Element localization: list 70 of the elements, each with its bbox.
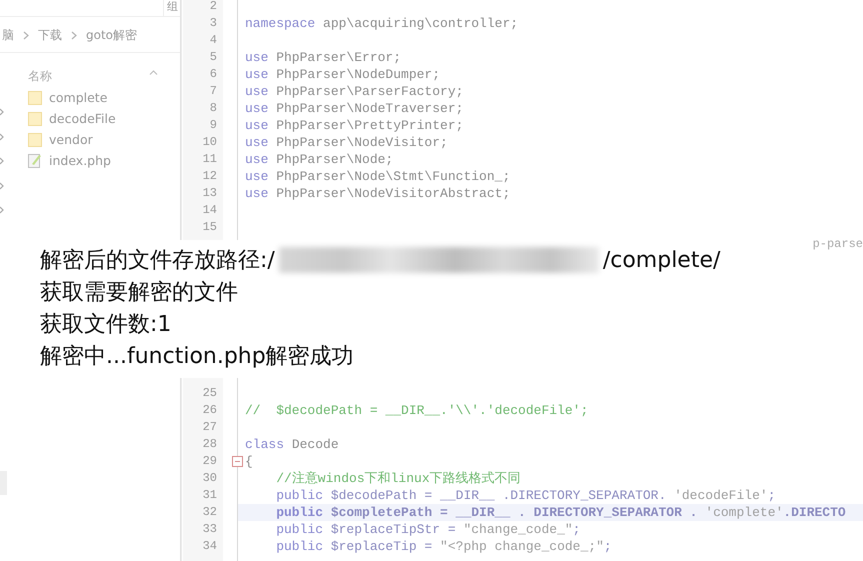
file-item[interactable]: index.php: [28, 150, 115, 171]
console-text: /complete/: [602, 248, 720, 272]
breadcrumb-item[interactable]: 下载: [38, 27, 62, 44]
code-line: use PhpParser\NodeTraverser;: [245, 100, 464, 117]
code-line: use PhpParser\ParserFactory;: [245, 83, 464, 100]
line-number: 32: [202, 504, 218, 521]
code-line: // $decodePath = __DIR__.'\\'.'decodeFile';: [245, 402, 588, 419]
line-number: 34: [202, 538, 218, 555]
line-number: 8: [208, 100, 218, 117]
code-line: use PhpParser\Node;: [245, 151, 394, 168]
line-number: 30: [202, 470, 218, 487]
folder-icon: [28, 112, 42, 126]
column-header[interactable]: 名称: [28, 60, 52, 84]
chevron-right-icon[interactable]: [0, 157, 4, 165]
line-number: 2: [208, 0, 218, 15]
code-line: use PhpParser\NodeDumper;: [245, 66, 440, 83]
code-line: use PhpParser\Error;: [245, 49, 402, 66]
console-text: 获取需要解密的文件: [40, 279, 238, 307]
code-line: namespace app\acquiring\controller;: [245, 15, 518, 32]
file-item[interactable]: complete: [28, 87, 112, 108]
fold-minus-icon[interactable]: [232, 456, 243, 467]
code-line: public $replaceTip = "<?php change_code_;";: [275, 538, 612, 555]
chevron-right-icon: [23, 31, 29, 40]
code-line: public $decodePath = __DIR__ .DIRECTORY_SEPARATOR. 'decodeFile';: [275, 487, 776, 504]
code-line: public $replaceTipStr = "change_code_";: [275, 521, 580, 538]
column-header[interactable]: 组: [163, 0, 178, 16]
line-number: 27: [202, 419, 218, 436]
chevron-right-icon[interactable]: [0, 108, 4, 116]
code-line: use PhpParser\PrettyPrinter;: [245, 117, 464, 134]
line-number: 10: [202, 134, 218, 151]
line-number: 3: [208, 15, 218, 32]
line-number: 14: [202, 202, 218, 219]
file-item[interactable]: decodeFile: [28, 108, 120, 129]
folder-icon: [28, 132, 42, 146]
line-number: 9: [208, 117, 218, 134]
line-number: 33: [202, 521, 218, 538]
line-number: 11: [202, 151, 218, 168]
chevron-right-icon[interactable]: [0, 132, 4, 140]
file-item[interactable]: vendor: [28, 129, 97, 150]
code-line: use PhpParser\NodeVisitorAbstract;: [245, 185, 510, 202]
chevron-right-icon[interactable]: [0, 206, 4, 214]
code-line: class Decode: [245, 436, 339, 453]
line-number: 12: [202, 168, 218, 185]
console-text: 获取文件数:1: [40, 311, 172, 339]
code-line: use PhpParser\Node\Stmt\Function_;: [245, 168, 510, 185]
line-number: 26: [202, 402, 218, 419]
line-number: 5: [208, 49, 218, 66]
line-number: 15: [202, 219, 218, 236]
code-line: use PhpParser\NodeVisitor;: [245, 134, 448, 151]
code-line: public $completePath = __DIR__ . DIRECTORY_SEPARATOR . 'complete'.DIRECTO: [275, 504, 846, 521]
line-number: 29: [202, 453, 218, 470]
console-text: 解密中...function.php解密成功: [40, 343, 354, 371]
breadcrumb-item[interactable]: goto解密: [86, 27, 138, 44]
code-line: p-parse: [812, 236, 863, 253]
chevron-right-icon: [71, 31, 77, 40]
line-number: 28: [202, 436, 218, 453]
file-icon: [28, 153, 42, 168]
line-number: 4: [208, 32, 218, 49]
line-number: 13: [202, 185, 218, 202]
folder-icon: [28, 90, 42, 104]
breadcrumb-item[interactable]: 脑: [2, 27, 14, 44]
sort-caret-icon[interactable]: [149, 70, 158, 74]
line-number: 25: [202, 385, 218, 402]
code-line: {: [245, 453, 253, 470]
console-text: 解密后的文件存放路径:/: [40, 247, 275, 275]
chevron-right-icon[interactable]: [0, 182, 4, 190]
code-line: //注意windos下和linux下路线格式不同: [275, 470, 521, 487]
line-number: 6: [208, 66, 218, 83]
line-number: 31: [202, 487, 218, 504]
line-number: 7: [208, 83, 218, 100]
